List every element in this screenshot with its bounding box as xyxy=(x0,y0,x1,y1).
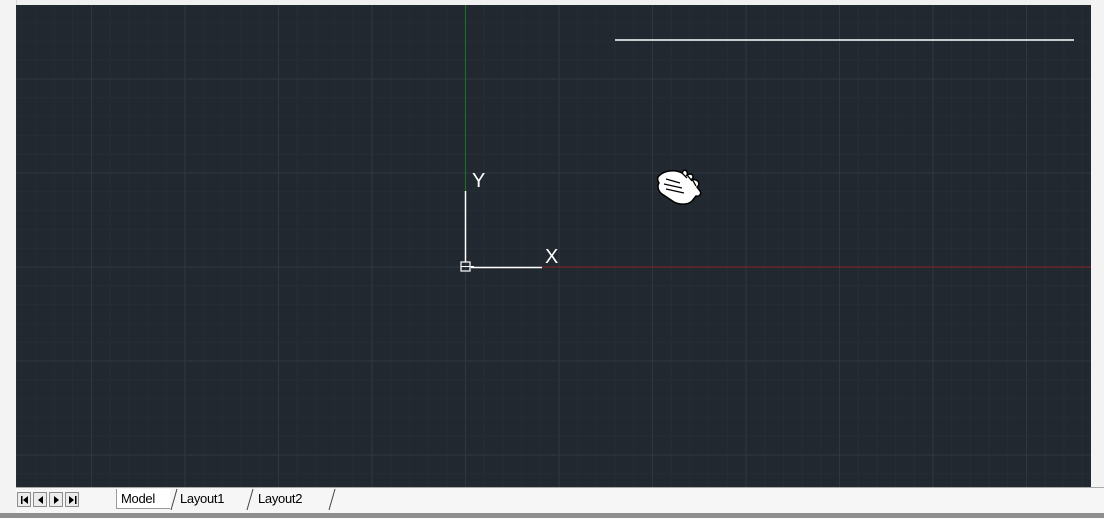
ucs-y-label: Y xyxy=(472,170,485,192)
layout-tab-bar: Model Layout1 Layout2 xyxy=(16,487,1104,514)
next-tab-icon xyxy=(54,496,59,504)
last-tab-button[interactable] xyxy=(65,492,79,507)
tab-layout1[interactable]: Layout1 xyxy=(176,489,244,509)
tab-layout2-label: Layout2 xyxy=(258,491,303,506)
drawing-area[interactable]: Y X xyxy=(16,5,1091,487)
tab-layout2[interactable]: Layout2 xyxy=(254,489,322,509)
drawing-canvas[interactable]: Y X xyxy=(16,5,1091,487)
previous-tab-button[interactable] xyxy=(33,492,47,507)
tab-model[interactable]: Model xyxy=(116,489,170,509)
ucs-icon: Y X xyxy=(460,170,558,272)
tab-separator xyxy=(328,488,336,511)
previous-tab-icon xyxy=(38,496,43,504)
pan-hand-icon xyxy=(656,169,702,205)
right-border-strip xyxy=(1091,0,1104,518)
next-tab-button[interactable] xyxy=(49,492,63,507)
ucs-x-label: X xyxy=(545,246,558,268)
tab-layout1-label: Layout1 xyxy=(180,491,225,506)
autocad-window: Y X Model Layout1 Layout2 xyxy=(0,0,1104,518)
tab-model-label: Model xyxy=(121,491,155,506)
bottom-border xyxy=(0,513,1104,518)
tab-separator xyxy=(246,488,254,511)
first-tab-icon xyxy=(21,496,28,504)
left-border-strip xyxy=(0,0,17,518)
last-tab-icon xyxy=(69,496,77,504)
first-tab-button[interactable] xyxy=(17,492,31,507)
